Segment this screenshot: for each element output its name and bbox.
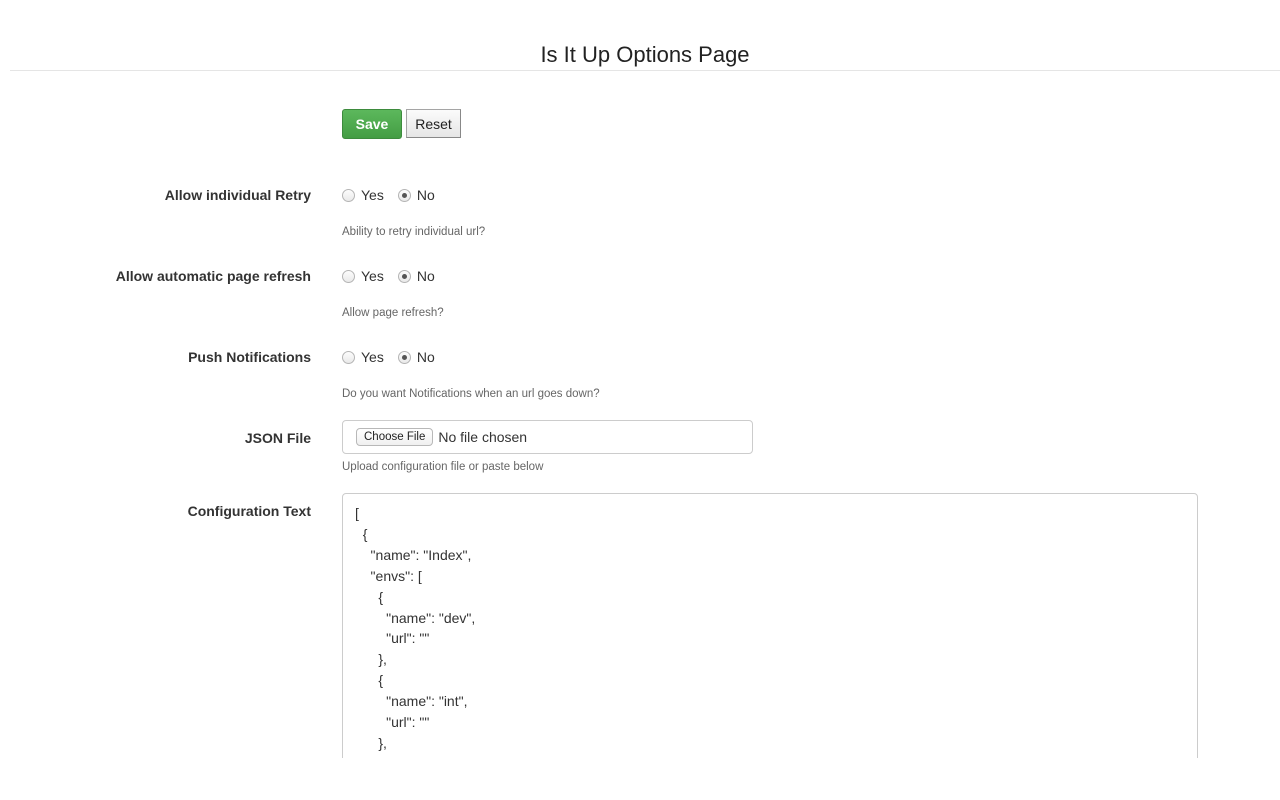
notifications-no-radio[interactable]: [397, 350, 411, 364]
refresh-yes-option[interactable]: Yes: [342, 268, 384, 284]
refresh-label: Allow automatic page refresh: [115, 268, 311, 284]
refresh-yes-label: Yes: [361, 268, 384, 284]
config-text-label: Configuration Text: [187, 503, 311, 519]
action-buttons: Save Reset: [342, 109, 461, 139]
retry-help-text: Ability to retry individual url?: [342, 226, 486, 238]
refresh-no-radio[interactable]: [397, 269, 411, 283]
retry-label: Allow individual Retry: [164, 187, 311, 203]
notifications-label: Push Notifications: [188, 349, 311, 365]
retry-yes-radio[interactable]: [342, 188, 355, 202]
choose-file-button[interactable]: Choose File: [356, 428, 434, 446]
retry-no-label: No: [416, 187, 435, 203]
retry-yes-label: Yes: [361, 187, 384, 203]
refresh-yes-radio[interactable]: [342, 269, 355, 283]
notifications-radio-group: Yes No: [342, 349, 449, 365]
refresh-help-text: Allow page refresh?: [342, 307, 444, 319]
notifications-yes-option[interactable]: Yes: [342, 349, 384, 365]
config-textarea[interactable]: [ { "name": "Index", "envs": [ { "name":…: [342, 493, 1198, 793]
json-file-label: JSON File: [244, 430, 311, 446]
retry-no-radio[interactable]: [397, 188, 411, 202]
json-file-input[interactable]: Choose File No file chosen: [342, 420, 753, 454]
page-header: Is It Up Options Page: [10, 0, 1280, 71]
notifications-yes-radio[interactable]: [342, 350, 355, 364]
refresh-radio-group: Yes No: [342, 268, 449, 284]
save-button[interactable]: Save: [342, 109, 402, 139]
page-title: Is It Up Options Page: [540, 42, 750, 67]
notifications-yes-label: Yes: [361, 349, 384, 365]
retry-yes-option[interactable]: Yes: [342, 187, 384, 203]
viewport-bottom: [0, 758, 1280, 800]
notifications-no-option[interactable]: No: [397, 349, 435, 365]
file-status-text: No file chosen: [438, 429, 528, 445]
retry-radio-group: Yes No: [342, 187, 449, 203]
notifications-help-text: Do you want Notifications when an url go…: [342, 388, 600, 400]
reset-button[interactable]: Reset: [406, 109, 461, 138]
notifications-no-label: No: [416, 349, 435, 365]
retry-no-option[interactable]: No: [397, 187, 435, 203]
json-file-help-text: Upload configuration file or paste below: [342, 461, 544, 473]
refresh-no-option[interactable]: No: [397, 268, 435, 284]
refresh-no-label: No: [416, 268, 435, 284]
